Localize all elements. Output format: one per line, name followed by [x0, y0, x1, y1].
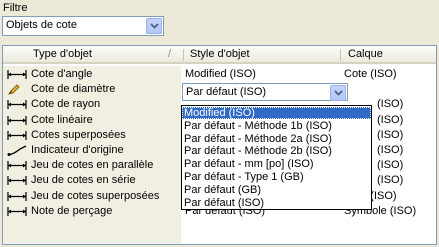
style-cell-editor-value: Par défaut (ISO): [186, 86, 267, 98]
dropdown-option[interactable]: Par défaut - mm [po] (ISO): [182, 158, 371, 170]
filter-dropdown-button[interactable]: [146, 18, 162, 34]
filter-select[interactable]: Objets de cote: [2, 16, 164, 36]
style-dropdown-list[interactable]: Modified (ISO) Par défaut - Méthode 1b (I…: [181, 105, 372, 210]
column-header-type[interactable]: Type d'objet: [33, 48, 92, 60]
object-type-cell: Cote de diamètre: [31, 83, 116, 96]
layer-cell[interactable]: (ISO): [377, 144, 403, 156]
linear-dimension-icon: [6, 206, 28, 217]
object-type-cell: Jeu de cotes superposées: [31, 189, 160, 202]
object-type-cell: Note de perçage: [31, 204, 113, 217]
object-type-cell: Cotes superposées: [31, 128, 126, 141]
dropdown-option[interactable]: Par défaut (ISO): [182, 197, 371, 209]
table-row[interactable]: Cote d'angle Modified (ISO) Cote (ISO): [3, 67, 436, 82]
header-separator: [183, 49, 184, 61]
object-type-cell: Indicateur d'origine: [31, 144, 124, 156]
layer-cell[interactable]: (ISO): [377, 98, 403, 110]
object-type-cell: Cote de rayon: [31, 98, 101, 111]
layer-cell[interactable]: (ISO): [377, 129, 403, 141]
column-header-layer[interactable]: Calque: [348, 48, 383, 60]
object-type-cell: Jeu de cotes en série: [31, 174, 136, 187]
dropdown-option[interactable]: Par défaut - Méthode 2b (ISO): [182, 145, 371, 157]
style-dropdown-button[interactable]: [330, 85, 346, 101]
chevron-down-icon: [149, 23, 159, 29]
layer-cell[interactable]: Cote (ISO): [344, 68, 397, 80]
linear-dimension-icon: [6, 115, 28, 126]
origin-indicator-icon: [6, 145, 28, 156]
header-separator: [340, 49, 341, 61]
layer-cell[interactable]: (ISO): [377, 174, 403, 186]
linear-dimension-icon: [6, 175, 28, 186]
filter-label: Filtre: [3, 2, 28, 14]
layer-cell[interactable]: (ISO): [377, 159, 403, 171]
grid-header: Type d'objet / Style d'objet Calque: [3, 46, 436, 64]
linear-dimension-icon: [6, 191, 28, 202]
dropdown-option[interactable]: Par défaut (GB): [182, 184, 371, 196]
dropdown-option[interactable]: Par défaut - Méthode 2a (ISO): [182, 133, 371, 145]
header-separator: /: [168, 48, 172, 60]
linear-dimension-icon: [6, 99, 28, 110]
linear-dimension-icon: [6, 69, 28, 80]
column-header-style[interactable]: Style d'objet: [190, 48, 250, 60]
pencil-icon: [6, 84, 28, 95]
filter-select-value: Objets de cote: [6, 19, 77, 31]
object-style-cell[interactable]: Modified (ISO): [185, 68, 256, 80]
linear-dimension-icon: [6, 130, 28, 141]
layer-cell[interactable]: (ISO): [377, 114, 403, 126]
dropdown-option[interactable]: Modified (ISO): [182, 107, 371, 119]
chevron-down-icon: [333, 90, 343, 96]
dropdown-option[interactable]: Par défaut - Méthode 1b (ISO): [182, 120, 371, 132]
object-type-cell: Cote d'angle: [31, 68, 93, 80]
linear-dimension-icon: [6, 160, 28, 171]
object-type-cell: Cote linéaire: [31, 113, 93, 126]
object-type-cell: Jeu de cotes en parallèle: [31, 159, 154, 172]
style-cell-editor[interactable]: Par défaut (ISO): [182, 83, 348, 101]
dropdown-option[interactable]: Par défaut - Type 1 (GB): [182, 171, 371, 183]
